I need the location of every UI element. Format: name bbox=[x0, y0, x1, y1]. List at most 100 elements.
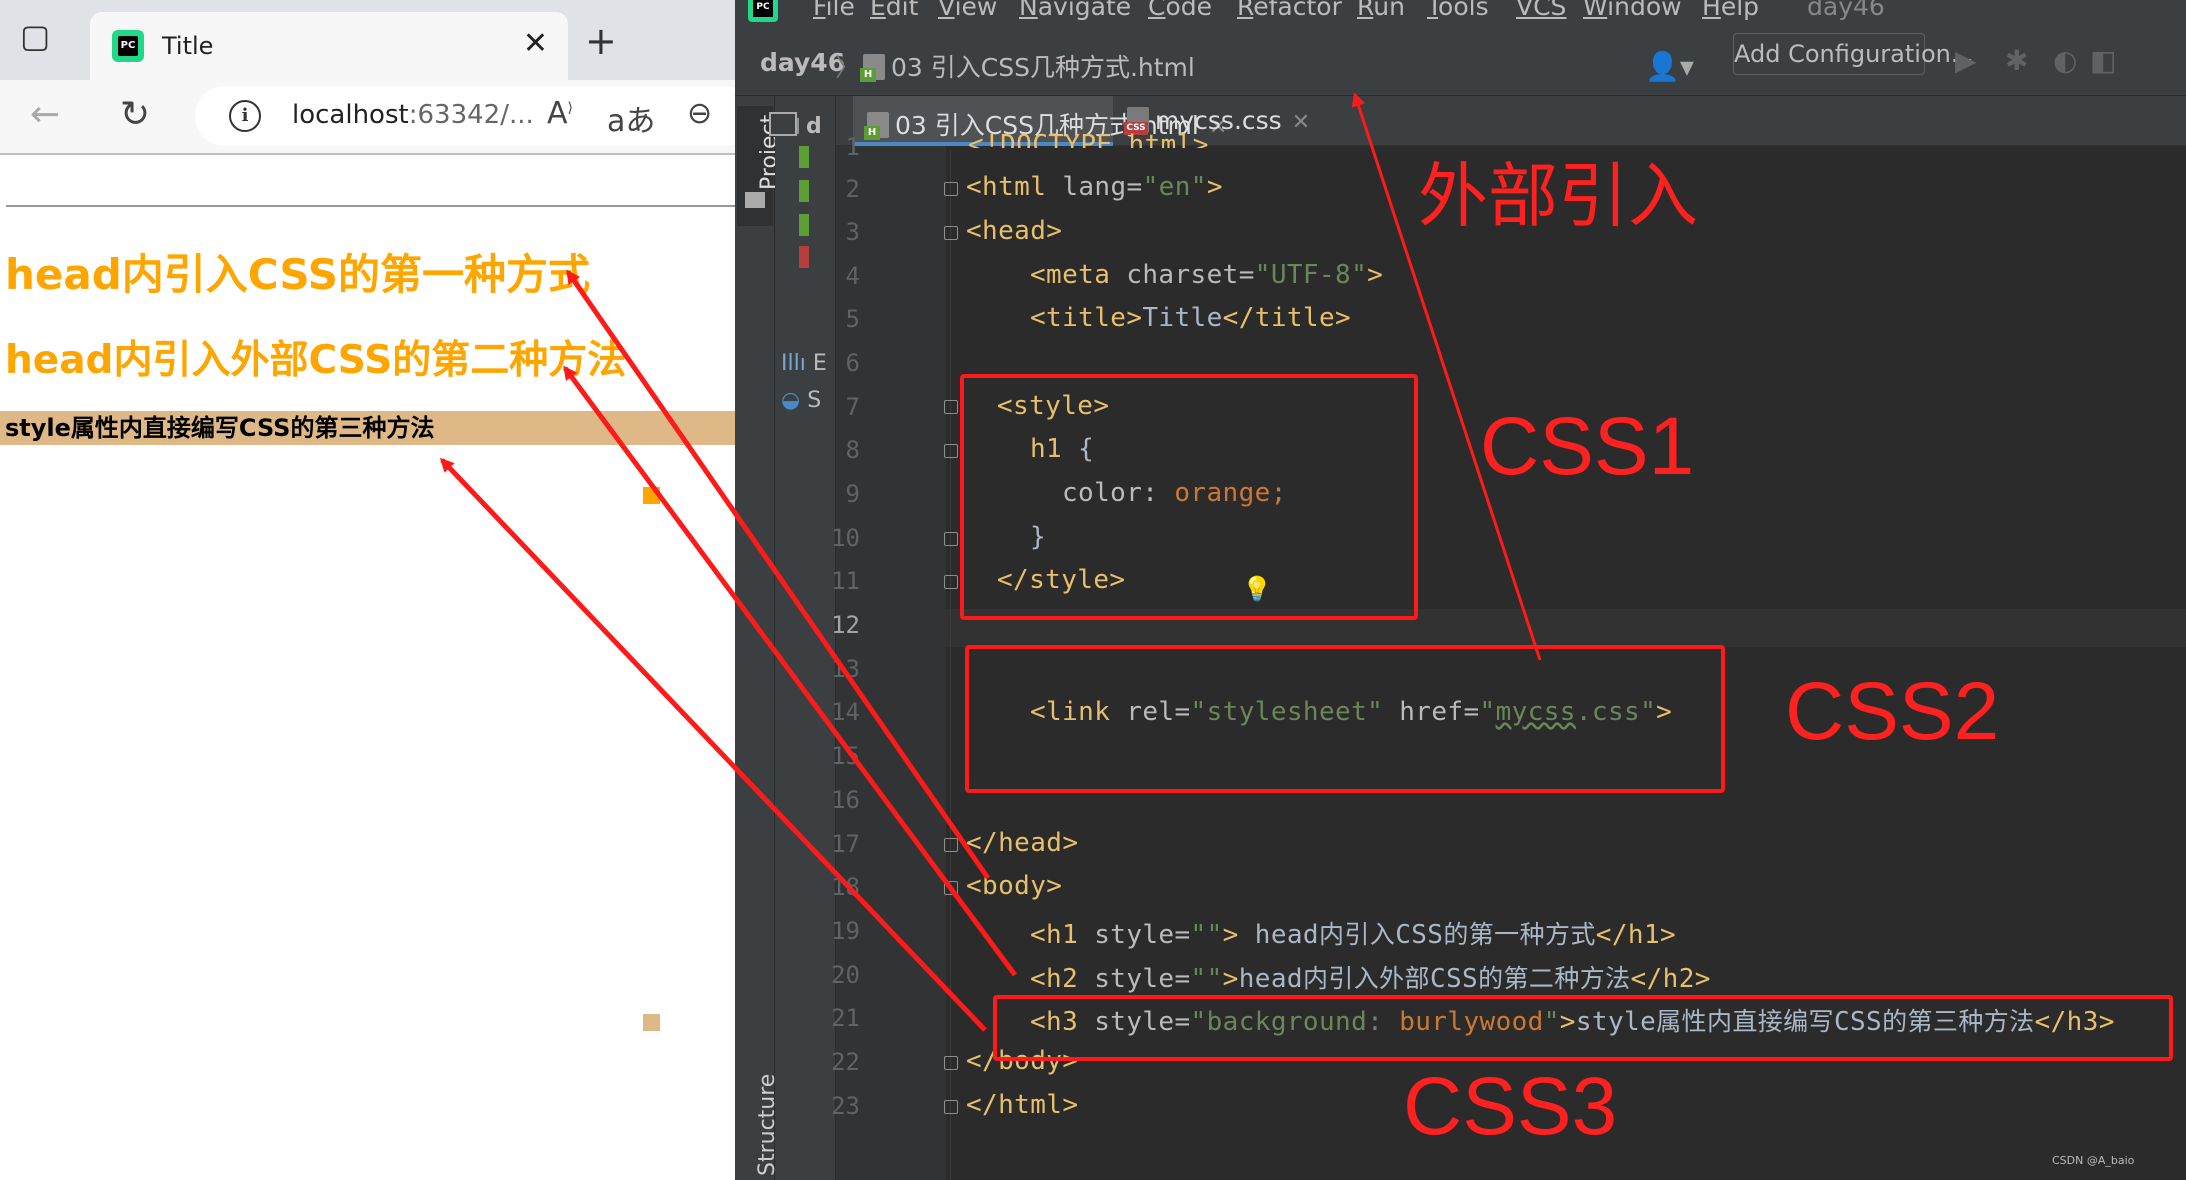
line-number: 19 bbox=[831, 917, 860, 945]
tab-actions-icon[interactable]: ▢ bbox=[20, 20, 50, 52]
code-line-23: </html> bbox=[966, 1090, 1079, 1120]
color-swatch-burlywood[interactable] bbox=[643, 1014, 660, 1031]
menu-window[interactable]: Window bbox=[1583, 0, 1682, 21]
fold-marker-icon[interactable] bbox=[944, 182, 958, 196]
indent-guide bbox=[950, 150, 951, 1180]
line-number: 15 bbox=[831, 742, 860, 770]
breadcrumb-file[interactable]: H 03 引入CSS几种方式.html bbox=[860, 48, 1195, 84]
close-tab-icon[interactable]: ✕ bbox=[1292, 110, 1310, 135]
code-line-5: <title>Title</title> bbox=[1030, 303, 1352, 333]
code-line-17: </head> bbox=[966, 828, 1079, 858]
fold-marker-icon[interactable] bbox=[944, 444, 958, 458]
project-tool-button[interactable]: Project bbox=[737, 106, 782, 226]
menu-edit[interactable]: Edit bbox=[870, 0, 918, 21]
menu-run[interactable]: Run bbox=[1357, 0, 1405, 21]
breadcrumb-separator-icon: 〉 bbox=[835, 53, 861, 82]
fold-marker-icon[interactable] bbox=[944, 1056, 958, 1070]
code-line-19: <h1 style=""> head内引入CSS的第一种方式</h1> bbox=[1030, 920, 1677, 950]
line-number: 9 bbox=[845, 480, 860, 508]
libraries-icon: Illı bbox=[781, 351, 806, 376]
html-file-icon[interactable] bbox=[799, 146, 809, 168]
fold-marker-icon[interactable] bbox=[944, 532, 958, 546]
new-tab-icon[interactable]: + bbox=[585, 22, 617, 60]
stop-icon[interactable]: ◧ bbox=[2090, 44, 2116, 77]
line-number: 3 bbox=[845, 218, 860, 246]
browser-window: ▢ PC Title ✕ + ← ↻ i localhost:63342/...… bbox=[0, 0, 735, 1180]
tool-window-strip: Project Structure bbox=[735, 96, 782, 1180]
add-configuration-button[interactable]: Add Configuration... bbox=[1733, 33, 1974, 75]
fold-marker-icon[interactable] bbox=[944, 226, 958, 240]
line-number: 21 bbox=[831, 1004, 860, 1032]
menu-file[interactable]: File bbox=[813, 0, 855, 21]
code-line-3: <head> bbox=[966, 216, 1063, 246]
css-file-icon[interactable] bbox=[799, 246, 809, 268]
scratches-icon: ◒ bbox=[781, 388, 801, 413]
line-number: 2 bbox=[845, 175, 860, 203]
annotation-label-css2: CSS2 bbox=[1785, 666, 2000, 757]
translate-icon[interactable]: aあ bbox=[607, 96, 655, 140]
line-number: 20 bbox=[831, 961, 860, 989]
url-field[interactable]: i localhost:63342/... A⟩ aあ ⊖ bbox=[195, 86, 735, 146]
annotation-label-css1: CSS1 bbox=[1480, 401, 1695, 492]
fold-marker-icon[interactable] bbox=[944, 881, 958, 895]
line-number: 6 bbox=[845, 349, 860, 377]
line-number: 4 bbox=[845, 262, 860, 290]
back-arrow-icon[interactable]: ← bbox=[30, 94, 60, 135]
annotation-box-css1 bbox=[960, 374, 1418, 620]
browser-page-content: head内引入CSS的第一种方式 head内引入外部CSS的第二种方法 styl… bbox=[0, 157, 735, 1180]
html-file-icon[interactable] bbox=[799, 214, 809, 236]
menu-code[interactable]: Code bbox=[1148, 0, 1212, 21]
panel-layout-icon[interactable] bbox=[769, 112, 797, 136]
debug-icon[interactable]: ✱ bbox=[2005, 44, 2028, 77]
menu-navigate[interactable]: Navigate bbox=[1019, 0, 1131, 21]
line-number: 16 bbox=[831, 786, 860, 814]
menu-refactor[interactable]: Refactor bbox=[1237, 0, 1342, 21]
menu-view[interactable]: View bbox=[938, 0, 997, 21]
line-number: 22 bbox=[831, 1048, 860, 1076]
browser-tab[interactable]: PC Title ✕ bbox=[90, 12, 568, 80]
annotation-label-css3: CSS3 bbox=[1403, 1061, 1618, 1152]
close-tab-icon[interactable]: ✕ bbox=[523, 26, 548, 61]
fold-marker-icon[interactable] bbox=[944, 400, 958, 414]
html-file-icon[interactable] bbox=[799, 180, 809, 202]
line-number: 23 bbox=[831, 1092, 860, 1120]
browser-address-bar: ← ↻ i localhost:63342/... A⟩ aあ ⊖ bbox=[0, 80, 735, 155]
site-info-icon[interactable]: i bbox=[229, 100, 261, 132]
page-heading-2: head内引入外部CSS的第二种方法 bbox=[5, 338, 627, 383]
annotation-box-css2 bbox=[965, 645, 1725, 793]
coverage-icon[interactable]: ◐ bbox=[2053, 44, 2077, 77]
annotation-label-external: 外部引入 bbox=[1418, 157, 1698, 235]
line-number-current: 12 bbox=[831, 611, 860, 639]
code-line-20: <h2 style="">head内引入外部CSS的第二种方法</h2> bbox=[1030, 964, 1711, 994]
line-number: 13 bbox=[831, 655, 860, 683]
zoom-icon[interactable]: ⊖ bbox=[687, 96, 712, 131]
menu-vcs[interactable]: VCS bbox=[1516, 0, 1566, 21]
menu-tools[interactable]: Tools bbox=[1427, 0, 1489, 21]
pycharm-favicon-icon: PC bbox=[112, 30, 144, 62]
fold-marker-icon[interactable] bbox=[944, 575, 958, 589]
fold-marker-icon[interactable] bbox=[944, 838, 958, 852]
html-file-icon: H bbox=[860, 54, 885, 82]
line-number: 14 bbox=[831, 698, 860, 726]
menu-help[interactable]: Help bbox=[1702, 0, 1759, 21]
refresh-icon[interactable]: ↻ bbox=[120, 94, 150, 135]
pycharm-logo-icon: PC bbox=[748, 0, 778, 22]
read-aloud-icon[interactable]: A⟩ bbox=[547, 96, 573, 131]
line-number: 17 bbox=[831, 830, 860, 858]
code-line-4: <meta charset="UTF-8"> bbox=[1030, 260, 1384, 290]
code-line-18: <body> bbox=[966, 871, 1063, 901]
page-heading-1: head内引入CSS的第一种方式 bbox=[5, 250, 591, 299]
line-number: 8 bbox=[845, 436, 860, 464]
window-project-title: day46 bbox=[1807, 0, 1885, 21]
run-icon[interactable]: ▶ bbox=[1955, 44, 1977, 77]
fold-marker-icon[interactable] bbox=[944, 1100, 958, 1114]
code-line-1: <!DOCTYPE html> bbox=[968, 130, 1209, 148]
line-number: 11 bbox=[831, 567, 860, 595]
color-swatch-orange[interactable] bbox=[643, 487, 660, 504]
code-line-2: <html lang="en"> bbox=[966, 172, 1223, 202]
ide-menu-bar: PC File Edit View Navigate Code Refactor… bbox=[735, 0, 2186, 24]
browser-tab-bar: ▢ PC Title ✕ + bbox=[0, 0, 735, 80]
user-account-icon[interactable]: 👤▾ bbox=[1645, 50, 1694, 83]
breadcrumb-project[interactable]: day46 bbox=[760, 48, 845, 77]
browser-tab-title: Title bbox=[162, 32, 214, 60]
